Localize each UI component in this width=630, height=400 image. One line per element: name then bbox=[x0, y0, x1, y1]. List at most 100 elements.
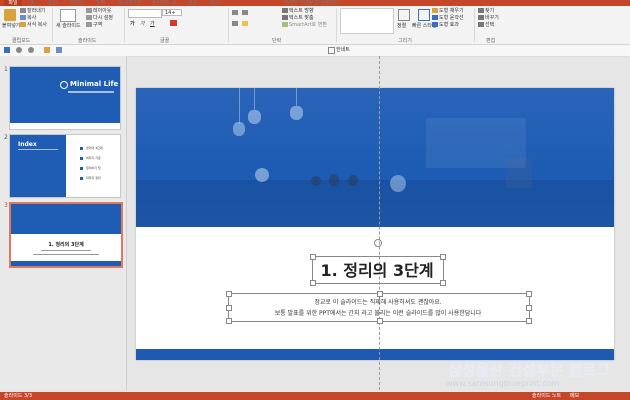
pendant-lamp-icon bbox=[233, 122, 245, 136]
thumb-footer bbox=[11, 261, 121, 266]
shape-effects-label: 도형 효과 bbox=[439, 22, 459, 28]
group-separator bbox=[228, 8, 229, 42]
save-icon[interactable] bbox=[4, 47, 10, 53]
watermark-title: 삼성물산 건설부문 블로그 bbox=[448, 361, 611, 379]
group-separator bbox=[52, 8, 53, 42]
find-label: 찾기 bbox=[485, 8, 495, 14]
notes-button[interactable]: 슬라이드 노트 bbox=[532, 392, 561, 400]
reset-button[interactable]: 다시 설정 bbox=[86, 15, 113, 21]
hero-photo bbox=[136, 88, 614, 227]
reset-label: 다시 설정 bbox=[93, 15, 113, 21]
bullet-icon bbox=[80, 147, 83, 150]
scissors-icon bbox=[20, 8, 26, 13]
redo-icon[interactable] bbox=[28, 47, 34, 53]
font-color-icon[interactable] bbox=[170, 20, 177, 26]
layout-icon bbox=[86, 8, 92, 13]
open-icon[interactable] bbox=[44, 47, 50, 53]
align-text-icon bbox=[282, 15, 288, 20]
slide-thumbnail-2[interactable]: Index 정리의 3단계 버리기 기준 정리하기 팁 마무리 정리 bbox=[9, 134, 121, 198]
select-icon bbox=[478, 22, 484, 27]
checkbox-icon[interactable] bbox=[328, 47, 335, 54]
shapes-gallery[interactable] bbox=[340, 8, 394, 34]
lamp-cord bbox=[296, 88, 297, 106]
text-direction-label: 텍스트 방향 bbox=[289, 8, 314, 14]
format-painter-button[interactable]: 서식 복사 bbox=[20, 22, 47, 28]
replace-button[interactable]: 바꾸기 bbox=[478, 15, 499, 21]
text-direction-button[interactable]: 텍스트 방향 bbox=[282, 8, 314, 14]
cut-button[interactable]: 잘라내기 bbox=[20, 8, 45, 14]
bullet-icon bbox=[80, 157, 83, 160]
copy-button[interactable]: 복사 bbox=[20, 15, 36, 21]
shape-fill-label: 도형 채우기 bbox=[439, 8, 464, 14]
smart-guide-line bbox=[379, 56, 380, 390]
vase-icon bbox=[329, 174, 339, 186]
group-separator bbox=[336, 8, 337, 42]
effects-icon bbox=[432, 22, 438, 27]
numbering-icon[interactable] bbox=[242, 10, 248, 15]
thumb-background bbox=[10, 67, 120, 123]
smartart-label: SmartArt로 변환 bbox=[289, 22, 327, 28]
shape-outline-label: 도형 윤곽선 bbox=[439, 15, 464, 21]
lamp-cord bbox=[254, 88, 255, 110]
arrange-icon bbox=[398, 9, 410, 21]
align-text-button[interactable]: 텍스트 맞춤 bbox=[282, 15, 314, 21]
new-slide-icon bbox=[60, 9, 76, 22]
align-center-icon[interactable] bbox=[242, 21, 248, 26]
print-icon[interactable] bbox=[56, 47, 62, 53]
undo-icon[interactable] bbox=[16, 47, 22, 53]
table-surface bbox=[136, 180, 614, 227]
cut-label: 잘라내기 bbox=[27, 8, 46, 14]
paint-bucket-icon bbox=[432, 8, 438, 13]
thumb-number: 3 bbox=[4, 202, 8, 209]
rotate-handle-icon[interactable] bbox=[374, 239, 382, 247]
select-button[interactable]: 선택 bbox=[478, 22, 494, 28]
italic-button[interactable]: 가 bbox=[140, 21, 145, 27]
bullet-icon bbox=[80, 167, 83, 170]
pen-icon bbox=[432, 15, 438, 20]
thumb-index-item: 버리기 기준 bbox=[86, 156, 101, 160]
underline-button[interactable]: 가 bbox=[150, 21, 155, 27]
pendant-lamp-icon bbox=[290, 106, 303, 120]
format-painter-label: 서식 복사 bbox=[27, 22, 47, 28]
paste-button[interactable]: 붙여넣기 bbox=[2, 23, 20, 29]
body-text-line-2[interactable]: 보통 발표를 위한 PPT에서는 간지 라고 불리는 이런 슬라이드를 많이 사… bbox=[228, 308, 528, 317]
thumb-index-item: 정리의 3단계 bbox=[86, 146, 103, 150]
font-name-box[interactable] bbox=[128, 9, 162, 18]
window-light bbox=[426, 118, 526, 168]
body-text-line-1[interactable]: 정교로 이 슬라이드는 직제해 사용하셔도 괜찮아요. bbox=[228, 297, 528, 306]
section-button[interactable]: 구역 bbox=[86, 22, 102, 28]
shape-outline-button[interactable]: 도형 윤곽선 bbox=[432, 15, 464, 21]
vase-icon bbox=[311, 176, 321, 186]
shape-effects-button[interactable]: 도형 효과 bbox=[432, 22, 459, 28]
copy-icon bbox=[20, 15, 26, 20]
font-size-box[interactable]: 14+ bbox=[162, 9, 182, 16]
select-label: 선택 bbox=[485, 22, 495, 28]
shape-fill-button[interactable]: 도형 채우기 bbox=[432, 8, 464, 14]
arrange-button[interactable]: 정렬 bbox=[397, 23, 406, 29]
search-icon bbox=[478, 8, 484, 13]
thumb-text-line bbox=[33, 254, 99, 255]
group-slides: 슬라이드 bbox=[78, 38, 97, 44]
bold-button[interactable]: 가 bbox=[130, 21, 135, 27]
copy-label: 복사 bbox=[27, 15, 37, 21]
new-slide-button[interactable]: 새 슬라이드 bbox=[56, 23, 81, 29]
slide-title[interactable]: 1. 정리의 3단계 bbox=[312, 257, 442, 281]
text-direction-icon bbox=[282, 8, 288, 13]
align-text-label: 텍스트 맞춤 bbox=[289, 15, 314, 21]
find-button[interactable]: 찾기 bbox=[478, 8, 494, 14]
resize-handle[interactable] bbox=[526, 318, 532, 324]
smartart-button[interactable]: SmartArt로 변환 bbox=[282, 22, 327, 28]
globe-lamp-icon bbox=[390, 175, 406, 192]
slide-thumbnail-3[interactable]: 1. 정리의 3단계 bbox=[9, 202, 123, 268]
layout-button[interactable]: 레이아웃 bbox=[86, 8, 111, 14]
thumb-index-item: 정리하기 팁 bbox=[86, 166, 101, 170]
bullets-icon[interactable] bbox=[232, 10, 238, 15]
circle-logo-icon bbox=[60, 81, 68, 89]
slide-thumbnail-1[interactable]: Minimal Life bbox=[9, 66, 121, 130]
resize-handle[interactable] bbox=[226, 318, 232, 324]
align-left-icon[interactable] bbox=[232, 21, 238, 26]
thumb-title: Index bbox=[18, 141, 37, 148]
resize-handle[interactable] bbox=[377, 318, 383, 324]
thumb-background bbox=[11, 204, 121, 234]
comments-button[interactable]: 메모 bbox=[570, 392, 579, 400]
